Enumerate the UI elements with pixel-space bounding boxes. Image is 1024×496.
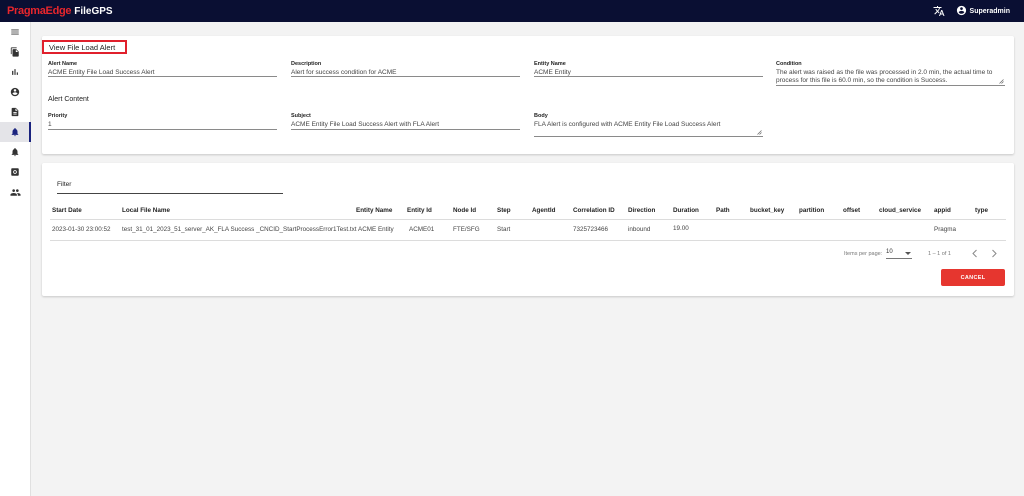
bell-settings-icon[interactable] [0,142,30,162]
condition-field[interactable]: Condition The alert was raised as the fi… [776,61,1005,86]
column-header[interactable]: offset [843,207,860,214]
column-header[interactable]: Path [716,207,730,214]
column-header[interactable]: Correlation ID [573,207,615,214]
subject-label: Subject [291,113,311,119]
table-cell: ACME Entity [358,226,394,233]
body-value: FLA Alert is configured with ACME Entity… [534,121,721,128]
entity-name-field[interactable]: Entity Name ACME Entity [534,61,763,77]
table-cell: 2023-01-30 23:00:52 [52,226,111,233]
page-size-value: 10 [886,249,893,255]
column-header[interactable]: bucket_key [750,207,784,214]
brand-company: PragmaEdge [7,5,72,17]
column-header[interactable]: Step [497,207,511,214]
description-label: Description [291,61,322,67]
table-cell: 19.00 [673,225,689,232]
filter-label: Filter [57,181,72,188]
page-size-select[interactable]: 10 [886,249,912,259]
page-title: View File Load Alert [42,40,127,54]
cancel-button[interactable]: CANCEL [941,269,1005,286]
column-header[interactable]: cloud_service [879,207,921,214]
column-header[interactable]: AgentId [532,207,555,214]
table-cell: inbound [628,226,651,233]
resize-handle-icon[interactable] [756,129,762,135]
column-header[interactable]: Local File Name [122,207,170,214]
people-icon[interactable] [0,182,30,202]
document-icon[interactable] [0,102,30,122]
translate-icon[interactable] [932,4,946,18]
body-label: Body [534,113,548,119]
menu-icon[interactable] [0,22,30,42]
alert-name-field[interactable]: Alert Name ACME Entity File Load Success… [48,61,277,77]
column-header[interactable]: Entity Id [407,207,432,214]
top-bar: PragmaEdge FileGPS Superadmin [0,0,1024,22]
filter-input[interactable]: Filter [57,181,283,194]
bar-chart-icon[interactable] [0,62,30,82]
description-field[interactable]: Description Alert for success condition … [291,61,520,77]
alert-name-label: Alert Name [48,61,78,67]
alert-details-card: View File Load Alert Alert Name ACME Ent… [42,36,1014,154]
column-header[interactable]: Duration [673,207,699,214]
priority-label: Priority [48,113,68,119]
chevron-left-icon[interactable] [971,249,979,260]
resize-handle-icon[interactable] [998,78,1004,84]
table-cell: FTE/SFG [453,226,480,233]
brand-product: FileGPS [74,6,113,17]
table-cell: 7325723466 [573,226,609,233]
chevron-down-icon [905,252,911,255]
column-header[interactable]: Node Id [453,207,476,214]
files-icon[interactable] [0,42,30,62]
brand-logo[interactable]: PragmaEdge FileGPS [7,5,113,17]
priority-field[interactable]: Priority 1 [48,113,277,130]
table-cell: ACME01 [409,226,435,233]
chevron-right-icon[interactable] [990,249,998,260]
page-range: 1 – 1 of 1 [928,251,951,257]
user-menu[interactable]: Superadmin [956,5,1010,18]
account-icon[interactable] [0,82,30,102]
column-header[interactable]: Direction [628,207,655,214]
entity-name-label: Entity Name [534,61,566,67]
subject-value: ACME Entity File Load Success Alert with… [291,121,440,128]
column-header[interactable]: Start Date [52,207,82,214]
account-circle-icon [956,5,967,18]
user-name: Superadmin [969,7,1010,15]
file-table-card: Filter Start Date Local File Name Entity… [42,163,1014,296]
items-per-page-label: Items per page: [844,251,883,257]
priority-value: 1 [48,121,52,128]
settings-icon[interactable] [0,162,30,182]
body-field[interactable]: Body FLA Alert is configured with ACME E… [534,113,763,137]
condition-value: The alert was raised as the file was pro… [776,69,993,84]
column-header[interactable]: Entity Name [356,207,392,214]
bell-icon[interactable] [0,122,31,142]
column-header[interactable]: appid [934,207,951,214]
sidebar [0,22,31,496]
table-cell: Start [497,226,511,233]
column-header[interactable]: partition [799,207,824,214]
alert-content-title: Alert Content [48,96,89,103]
column-header[interactable]: type [975,207,988,214]
table-cell: test_31_01_2023_51_server_AK_FLA Success… [122,226,357,233]
table-cell: Pragma [934,226,957,233]
condition-label: Condition [776,61,802,67]
subject-field[interactable]: Subject ACME Entity File Load Success Al… [291,113,520,130]
